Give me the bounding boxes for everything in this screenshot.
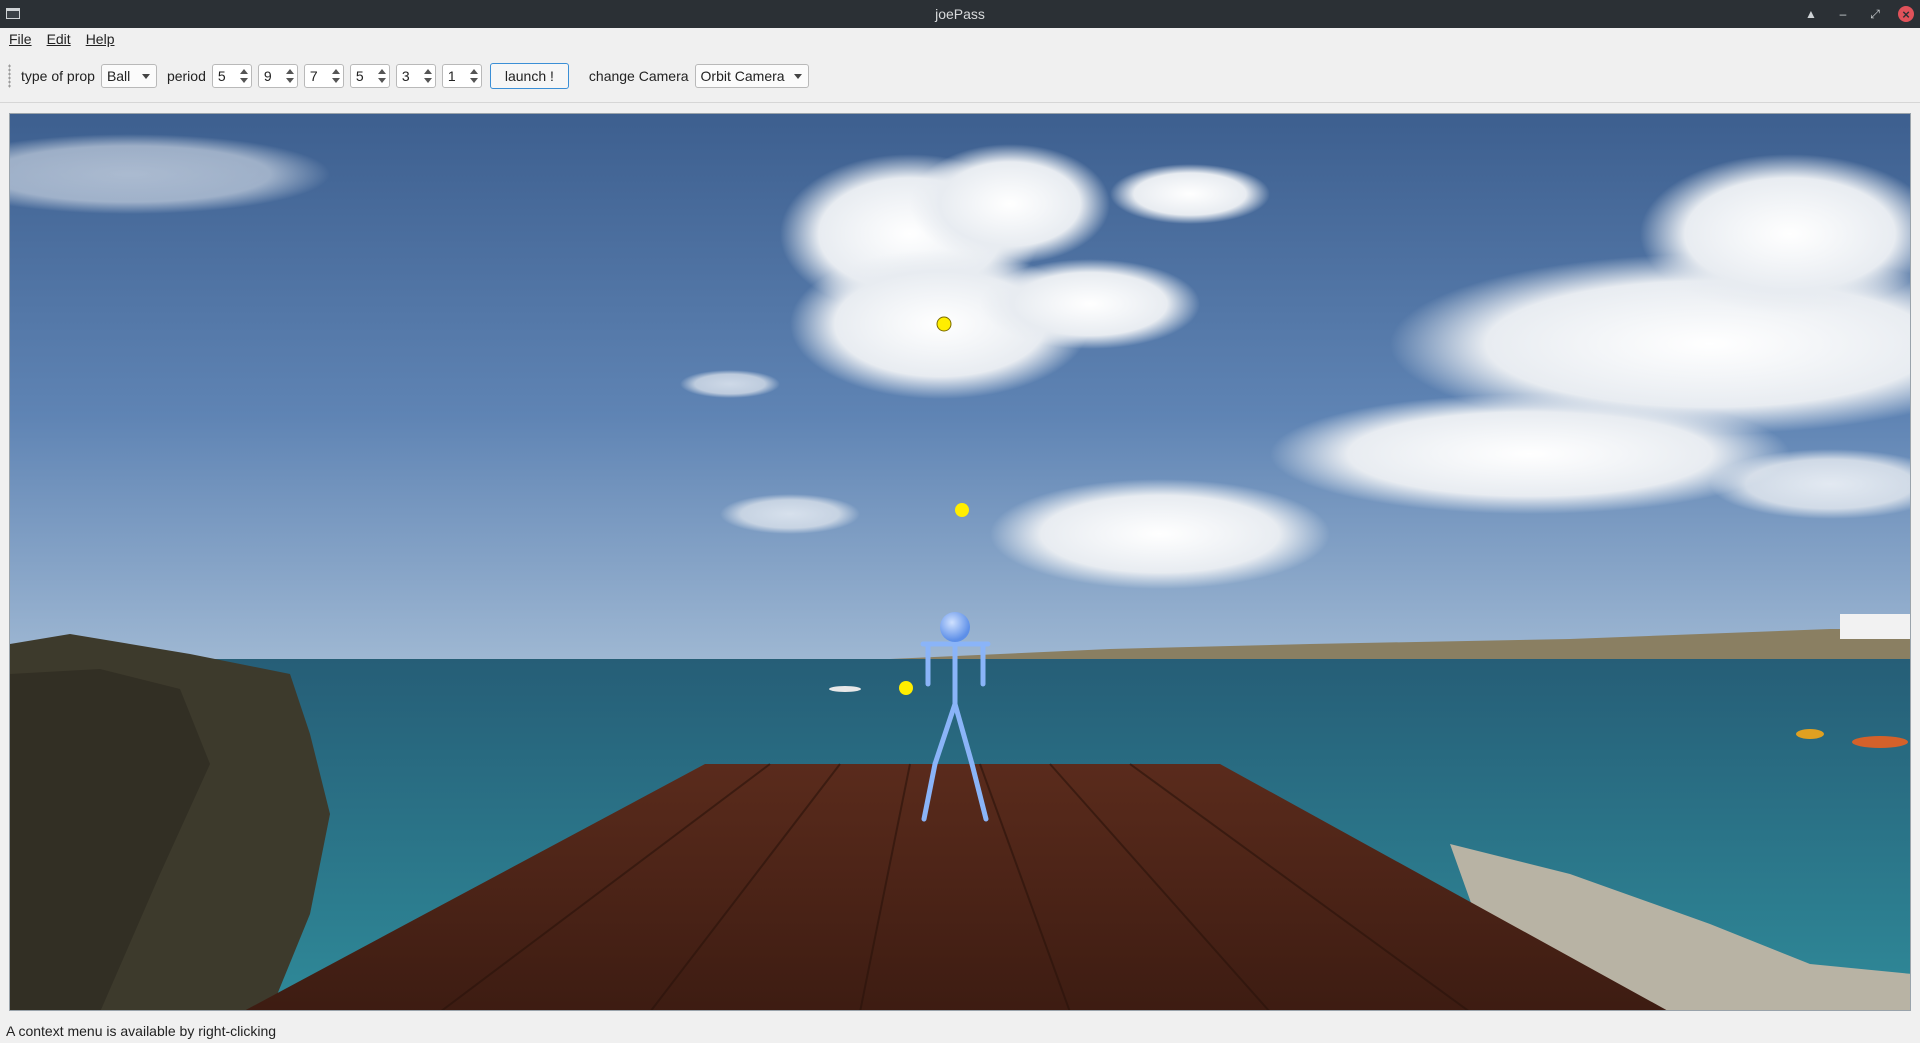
status-bar: A context menu is available by right-cli… — [0, 1018, 1920, 1043]
spin-arrows-icon[interactable] — [469, 67, 479, 85]
launch-button[interactable]: launch ! — [489, 63, 569, 89]
juggling-ball-2 — [955, 503, 969, 517]
menu-help[interactable]: Help — [77, 31, 121, 47]
juggling-ball-3 — [899, 681, 913, 695]
distant-building — [1840, 614, 1910, 639]
spin-arrows-icon[interactable] — [423, 67, 433, 85]
spin-arrows-icon[interactable] — [331, 67, 341, 85]
close-icon[interactable]: × — [1898, 6, 1914, 22]
chevron-down-icon — [141, 74, 150, 79]
period-spinbox-2[interactable]: 9 — [257, 64, 298, 88]
period-spinbox-6[interactable]: 1 — [441, 64, 482, 88]
menu-bar: File Edit Help — [0, 28, 1920, 50]
period-spinbox-3[interactable]: 7 — [303, 64, 344, 88]
period-spinbox-1[interactable]: 5 — [211, 64, 252, 88]
spin-arrows-icon[interactable] — [285, 67, 295, 85]
boat-2 — [1852, 736, 1908, 748]
menu-edit[interactable]: Edit — [38, 31, 77, 47]
menu-file[interactable]: File — [0, 31, 38, 47]
status-text: A context menu is available by right-cli… — [6, 1022, 277, 1039]
period-spinbox-4[interactable]: 5 — [349, 64, 390, 88]
restore-icon[interactable]: ⤢ — [1866, 5, 1884, 23]
scene-canvas[interactable] — [10, 114, 1911, 1011]
chevron-down-icon — [793, 74, 802, 79]
period-label: period — [166, 68, 206, 84]
app-window-icon[interactable] — [6, 8, 20, 19]
period-spinbox-5[interactable]: 3 — [395, 64, 436, 88]
title-bar: joePass ▲ – ⤢ × — [0, 0, 1920, 28]
juggling-ball-1 — [936, 316, 952, 332]
window-title: joePass — [935, 6, 985, 22]
boat-1 — [1796, 729, 1824, 739]
window-controls: ▲ – ⤢ × — [1802, 0, 1914, 28]
camera-select[interactable]: Orbit Camera — [694, 64, 809, 88]
juggler-head — [940, 612, 970, 642]
toolbar-grip-handle[interactable] — [8, 64, 11, 88]
prop-type-label: type of prop — [21, 68, 95, 84]
boat-3 — [829, 686, 861, 692]
juggling-3d-viewport[interactable] — [9, 113, 1911, 1011]
spin-arrows-icon[interactable] — [239, 67, 249, 85]
keep-above-icon[interactable]: ▲ — [1802, 5, 1820, 23]
change-camera-label: change Camera — [588, 68, 689, 84]
spin-arrows-icon[interactable] — [377, 67, 387, 85]
prop-type-select[interactable]: Ball — [100, 64, 157, 88]
minimize-icon[interactable]: – — [1834, 5, 1852, 23]
toolbar: type of prop Ball period 5 9 7 5 3 1 lau… — [0, 50, 1920, 103]
